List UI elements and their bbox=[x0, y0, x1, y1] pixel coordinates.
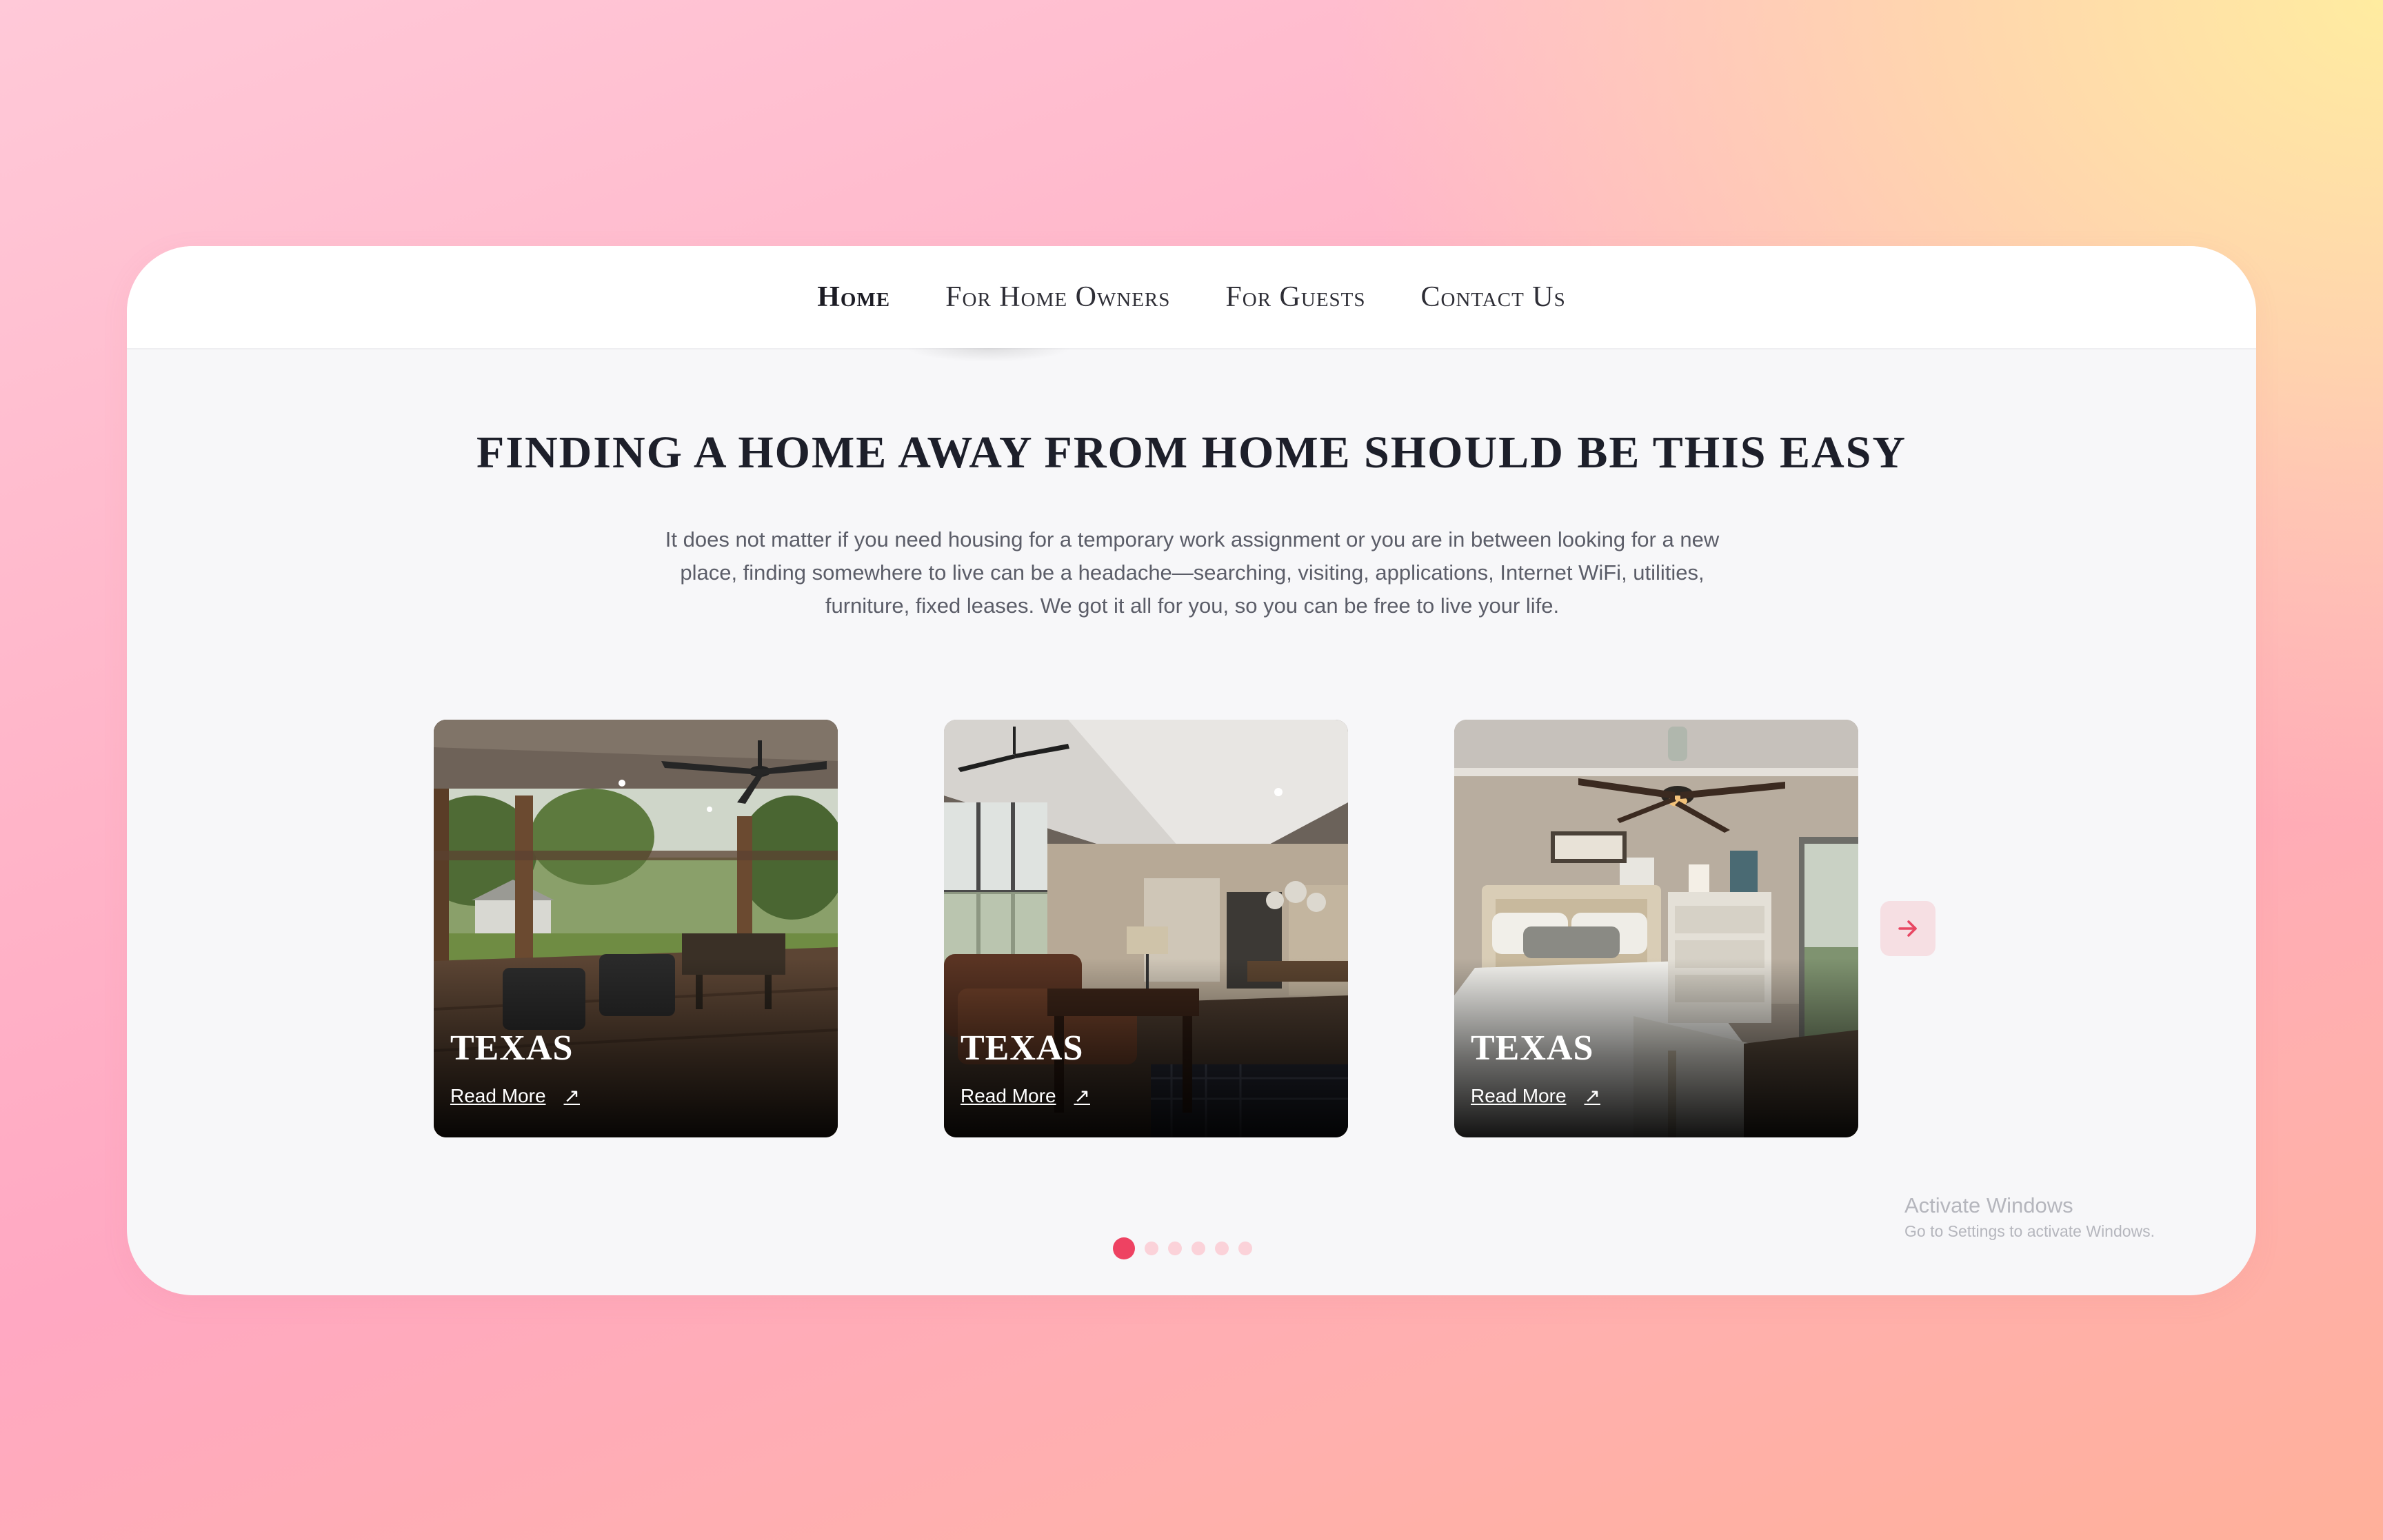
read-more-link[interactable]: Read More ↗ bbox=[1471, 1084, 1600, 1107]
property-card[interactable]: TEXAS Read More ↗ bbox=[434, 720, 838, 1137]
nav-item-for-guests[interactable]: For Guests bbox=[1225, 281, 1365, 314]
pagination-dot-4[interactable] bbox=[1192, 1242, 1205, 1255]
property-card[interactable]: TEXAS Read More ↗ bbox=[1454, 720, 1858, 1137]
carousel-pagination bbox=[1113, 1237, 1252, 1259]
pagination-dot-6[interactable] bbox=[1238, 1242, 1252, 1255]
main-card: Home For Home Owners For Guests Contact … bbox=[127, 246, 2256, 1295]
card-title: TEXAS bbox=[961, 1029, 1084, 1068]
card-title: TEXAS bbox=[1471, 1029, 1594, 1068]
active-nav-indicator bbox=[906, 348, 1072, 362]
read-more-label: Read More bbox=[1471, 1084, 1567, 1106]
carousel-next-button[interactable] bbox=[1880, 901, 1935, 956]
pagination-dot-3[interactable] bbox=[1168, 1242, 1182, 1255]
page-title: FINDING A HOME AWAY FROM HOME SHOULD BE … bbox=[476, 427, 1907, 478]
watermark-subtitle: Go to Settings to activate Windows. bbox=[1904, 1222, 2155, 1240]
nav-item-for-home-owners[interactable]: For Home Owners bbox=[945, 281, 1170, 314]
arrow-up-right-icon: ↗ bbox=[563, 1085, 580, 1106]
windows-activation-watermark: Activate Windows Go to Settings to activ… bbox=[1904, 1192, 2155, 1243]
pagination-dot-2[interactable] bbox=[1145, 1242, 1158, 1255]
read-more-label: Read More bbox=[450, 1084, 546, 1106]
arrow-up-right-icon: ↗ bbox=[1074, 1085, 1090, 1106]
arrow-up-right-icon: ↗ bbox=[1584, 1085, 1600, 1106]
nav-menu: Home For Home Owners For Guests Contact … bbox=[127, 246, 2256, 348]
watermark-title: Activate Windows bbox=[1904, 1193, 2073, 1217]
read-more-label: Read More bbox=[961, 1084, 1056, 1106]
arrow-right-icon bbox=[1898, 920, 1917, 937]
read-more-link[interactable]: Read More ↗ bbox=[450, 1084, 580, 1107]
pagination-dot-5[interactable] bbox=[1215, 1242, 1229, 1255]
nav-item-contact-us[interactable]: Contact Us bbox=[1421, 281, 1566, 314]
top-navbar: Home For Home Owners For Guests Contact … bbox=[127, 246, 2256, 349]
read-more-link[interactable]: Read More ↗ bbox=[961, 1084, 1090, 1107]
pagination-dot-1[interactable] bbox=[1113, 1237, 1135, 1259]
card-title: TEXAS bbox=[450, 1029, 574, 1068]
nav-item-home[interactable]: Home bbox=[817, 281, 890, 314]
property-card[interactable]: TEXAS Read More ↗ bbox=[944, 720, 1348, 1137]
intro-paragraph: It does not matter if you need housing f… bbox=[665, 527, 1720, 618]
